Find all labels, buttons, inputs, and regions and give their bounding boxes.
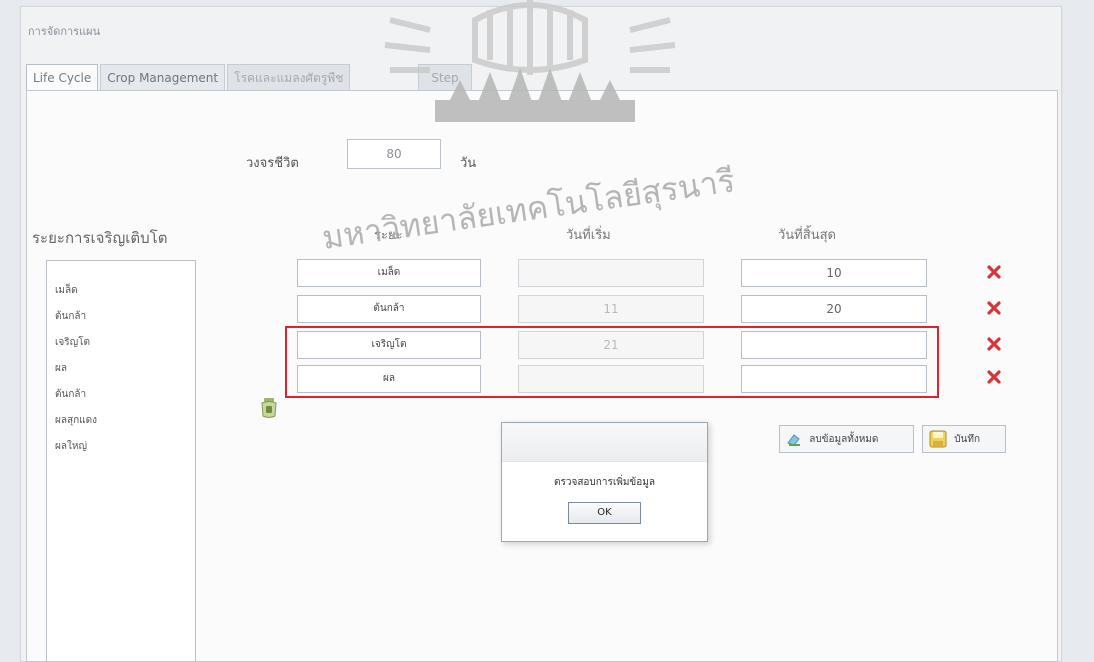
tab-step[interactable]: Step — [418, 64, 472, 91]
end-day-field[interactable]: 20 — [741, 295, 927, 323]
lifecycle-label: วงจรชีวิต — [246, 156, 299, 171]
list-item[interactable]: ต้นกล้า — [55, 387, 86, 402]
close-x-icon[interactable] — [986, 300, 1002, 316]
dialog-ok-button[interactable]: OK — [568, 502, 641, 524]
validation-dialog: ตรวจสอบการเพิ่มข้อมูล OK — [501, 422, 708, 542]
list-item[interactable]: เจริญโต — [55, 335, 90, 350]
list-item[interactable]: เมล็ด — [55, 283, 78, 298]
end-day-field[interactable]: 10 — [741, 259, 927, 287]
error-highlight-box — [285, 326, 939, 398]
tab-life-cycle[interactable]: Life Cycle — [26, 64, 99, 93]
list-item[interactable]: ผล — [55, 361, 67, 376]
col-header-end: วันที่สิ้นสุด — [778, 228, 836, 243]
close-x-icon[interactable] — [986, 369, 1002, 385]
reset-all-button[interactable]: ลบข้อมูลทั้งหมด — [779, 425, 914, 453]
list-item[interactable]: ผลใหญ่ — [55, 439, 87, 454]
reset-all-label: ลบข้อมูลทั้งหมด — [809, 434, 879, 445]
close-x-icon[interactable] — [986, 264, 1002, 280]
start-day-field[interactable] — [518, 259, 704, 287]
tab-pest-disease[interactable]: โรคและแมลงศัตรูพืช — [227, 64, 351, 91]
add-row-icon[interactable] — [258, 394, 280, 420]
save-button[interactable]: บันทึก — [922, 425, 1006, 453]
stage-field[interactable]: ต้นกล้า — [297, 295, 481, 323]
stages-list[interactable]: เมล็ด ต้นกล้า เจริญโต ผล ต้นกล้า ผลสุกแด… — [46, 260, 196, 661]
col-header-stage: ระยะ — [374, 228, 403, 243]
stages-title: ระยะการเจริญเติบโต — [32, 229, 168, 247]
tab-crop-management[interactable]: Crop Management — [100, 64, 226, 91]
stage-field[interactable]: เมล็ด — [297, 259, 481, 287]
save-label: บันทึก — [954, 434, 981, 445]
list-item[interactable]: ผลสุกแดง — [55, 413, 97, 428]
window-title: การจัดการแผน — [28, 25, 101, 38]
lifecycle-unit: วัน — [460, 156, 477, 171]
save-disk-icon — [929, 430, 947, 448]
tab-bar: Life Cycle Crop Management โรคและแมลงศัต… — [26, 64, 474, 93]
eraser-icon — [787, 434, 800, 446]
lifecycle-input[interactable]: 80 — [347, 139, 441, 169]
close-x-icon[interactable] — [986, 336, 1002, 352]
list-item[interactable]: ต้นกล้า — [55, 309, 86, 324]
col-header-start: วันที่เริ่ม — [566, 228, 611, 243]
dialog-message: ตรวจสอบการเพิ่มข้อมูล — [553, 477, 655, 488]
dialog-header — [502, 423, 707, 462]
start-day-field[interactable]: 11 — [518, 295, 704, 323]
